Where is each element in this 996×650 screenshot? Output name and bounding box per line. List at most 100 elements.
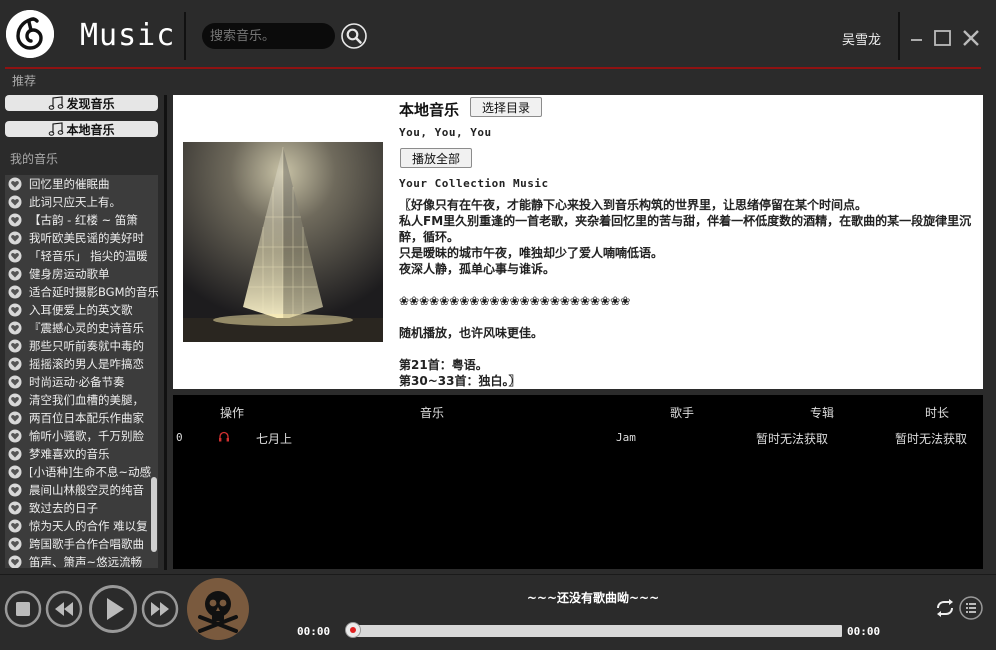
playlist-scrollbar[interactable] [151,477,157,552]
playlist-item[interactable]: 【古韵 - 红楼 ~ 笛箫 [5,211,158,229]
sidebar-divider [164,95,167,570]
play-button[interactable] [88,584,138,634]
next-button[interactable] [141,590,179,628]
previous-icon [55,602,73,616]
total-time: 00:00 [847,625,881,638]
playlist-name: 此词只应天上有。 [29,195,121,209]
description-line [399,277,979,293]
playlist-name: 惊为天人的合作 难以复 [29,519,148,533]
album-cover-image [183,142,383,342]
playlist-name: 晨间山林般空灵的纯音 [29,483,144,497]
nav-label: 本地音乐 [66,122,115,137]
playlist-item[interactable]: 晨间山林般空灵的纯音 [5,481,158,499]
choose-directory-button[interactable]: 选择目录 [470,97,542,117]
stop-icon [16,602,30,616]
description-line: 夜深人静，孤单心事与谁诉。 [399,262,556,276]
playlist-item[interactable]: 惊为天人的合作 难以复 [5,517,158,535]
search-button[interactable] [341,23,367,49]
title-bar: Music 吴雪龙 [0,0,996,69]
username-label[interactable]: 吴雪龙 [842,29,881,48]
playlist-item[interactable]: 清空我们血槽的美腿， [5,391,158,409]
heart-icon [8,303,22,317]
description-line: 随机播放，也许风味更佳。 [399,326,544,340]
playlist-item[interactable]: 摇摇滚的男人是咋搞恋 [5,355,158,373]
row-album: 暂时无法获取 [756,432,829,446]
page-title: 本地音乐 [399,101,460,119]
heart-icon [8,249,22,263]
playlist-item[interactable]: 梦难喜欢的音乐 [5,445,158,463]
minimize-button[interactable] [906,26,928,48]
maximize-icon [934,30,951,46]
close-button[interactable] [960,26,982,48]
playlist-item[interactable]: 跨国歌手合作合唱歌曲 [5,535,158,553]
heart-icon [8,519,22,533]
playlist-item[interactable]: 笛声、箫声~悠远流畅 [5,553,158,568]
playlist-item[interactable]: 「轻音乐」 指尖的温暖 [5,247,158,265]
cover-panel [173,95,393,389]
header-divider [898,12,900,60]
playlist-subtitle: You, You, You [399,126,492,139]
list-icon [966,603,976,613]
progress-bar[interactable] [350,625,842,637]
column-header-music[interactable]: 音乐 [420,404,444,421]
heart-icon [8,447,22,461]
playlist-toggle-button[interactable] [959,596,983,620]
now-playing-text: ~~~还没有歌曲呦~~~ [526,591,660,605]
playlist-item[interactable]: 致过去的日子 [5,499,158,517]
playlist-panel[interactable]: 回忆里的催眠曲此词只应天上有。【古韵 - 红楼 ~ 笛箫 我听欧美民谣的美好时「轻… [5,175,158,568]
heart-icon [8,285,22,299]
playlist-name: 【古韵 - 红楼 ~ 笛箫 [29,213,138,227]
description-line: 只是暧昧的城市午夜，唯独却少了爱人喃喃低语。 [399,246,664,260]
nav-discover-music[interactable]: 发现音乐 [5,95,158,111]
column-header-album[interactable]: 专辑 [810,404,834,421]
my-music-section-label: 我的音乐 [10,152,59,166]
playlist-name: [小语种]生命不息~动感 [29,465,152,479]
playlist-item[interactable]: 两百位日本配乐作曲家 [5,409,158,427]
loop-mode-button[interactable] [935,599,955,617]
playlist-name: 我听欧美民谣的美好时 [29,231,144,245]
playlist-item[interactable]: [小语种]生命不息~动感 [5,463,158,481]
search-input[interactable] [202,23,335,49]
previous-button[interactable] [45,590,83,628]
headphones-icon[interactable] [218,431,230,443]
heart-icon [8,483,22,497]
header-divider [184,12,186,60]
now-playing-avatar[interactable] [186,577,250,641]
playlist-item[interactable]: 我听欧美民谣的美好时 [5,229,158,247]
playlist-info-panel: 本地音乐 选择目录 You, You, You 播放全部 Your Collec… [393,95,983,389]
column-header-operation[interactable]: 操作 [220,404,244,421]
row-index: 0 [176,431,183,444]
playlist-item[interactable]: 此词只应天上有。 [5,193,158,211]
playlist-item[interactable]: 回忆里的催眠曲 [5,175,158,193]
heart-icon [8,267,22,281]
playlist-item[interactable]: 那些只听前奏就中毒的 [5,337,158,355]
playlist-item[interactable]: 时尚运动·必备节奏 [5,373,158,391]
nav-local-music[interactable]: 本地音乐 [5,121,158,137]
playlist-item[interactable]: 愉听小骚歌，千万别脸 [5,427,158,445]
column-header-singer[interactable]: 歌手 [670,404,694,421]
maximize-button[interactable] [932,26,954,48]
heart-icon [8,501,22,515]
heart-icon [8,555,22,568]
progress-handle[interactable] [345,622,361,638]
playlist-name: 梦难喜欢的音乐 [29,447,110,461]
heart-icon [8,231,22,245]
table-row[interactable]: 0 七月上 Jam 暂时无法获取 暂时无法获取 [173,430,983,448]
heart-icon [8,537,22,551]
playlist-name: 致过去的日子 [29,501,98,515]
play-icon [107,598,124,620]
playlist-list: 回忆里的催眠曲此词只应天上有。【古韵 - 红楼 ~ 笛箫 我听欧美民谣的美好时「轻… [5,175,158,568]
row-title: 七月上 [256,432,293,446]
heart-icon [8,465,22,479]
playlist-item[interactable]: 入耳便爱上的英文歌 [5,301,158,319]
playlist-item[interactable]: 『震撼心灵的史诗音乐 [5,319,158,337]
playlist-item[interactable]: 适合延时摄影BGM的音乐 [5,283,158,301]
heart-icon [8,375,22,389]
column-header-duration[interactable]: 时长 [925,404,949,421]
play-all-button[interactable]: 播放全部 [400,148,472,168]
playlist-item[interactable]: 健身房运动歌单 [5,265,158,283]
stop-button[interactable] [4,590,42,628]
heart-icon [8,195,22,209]
heart-icon [8,321,22,335]
playlist-name: 健身房运动歌单 [29,267,110,281]
